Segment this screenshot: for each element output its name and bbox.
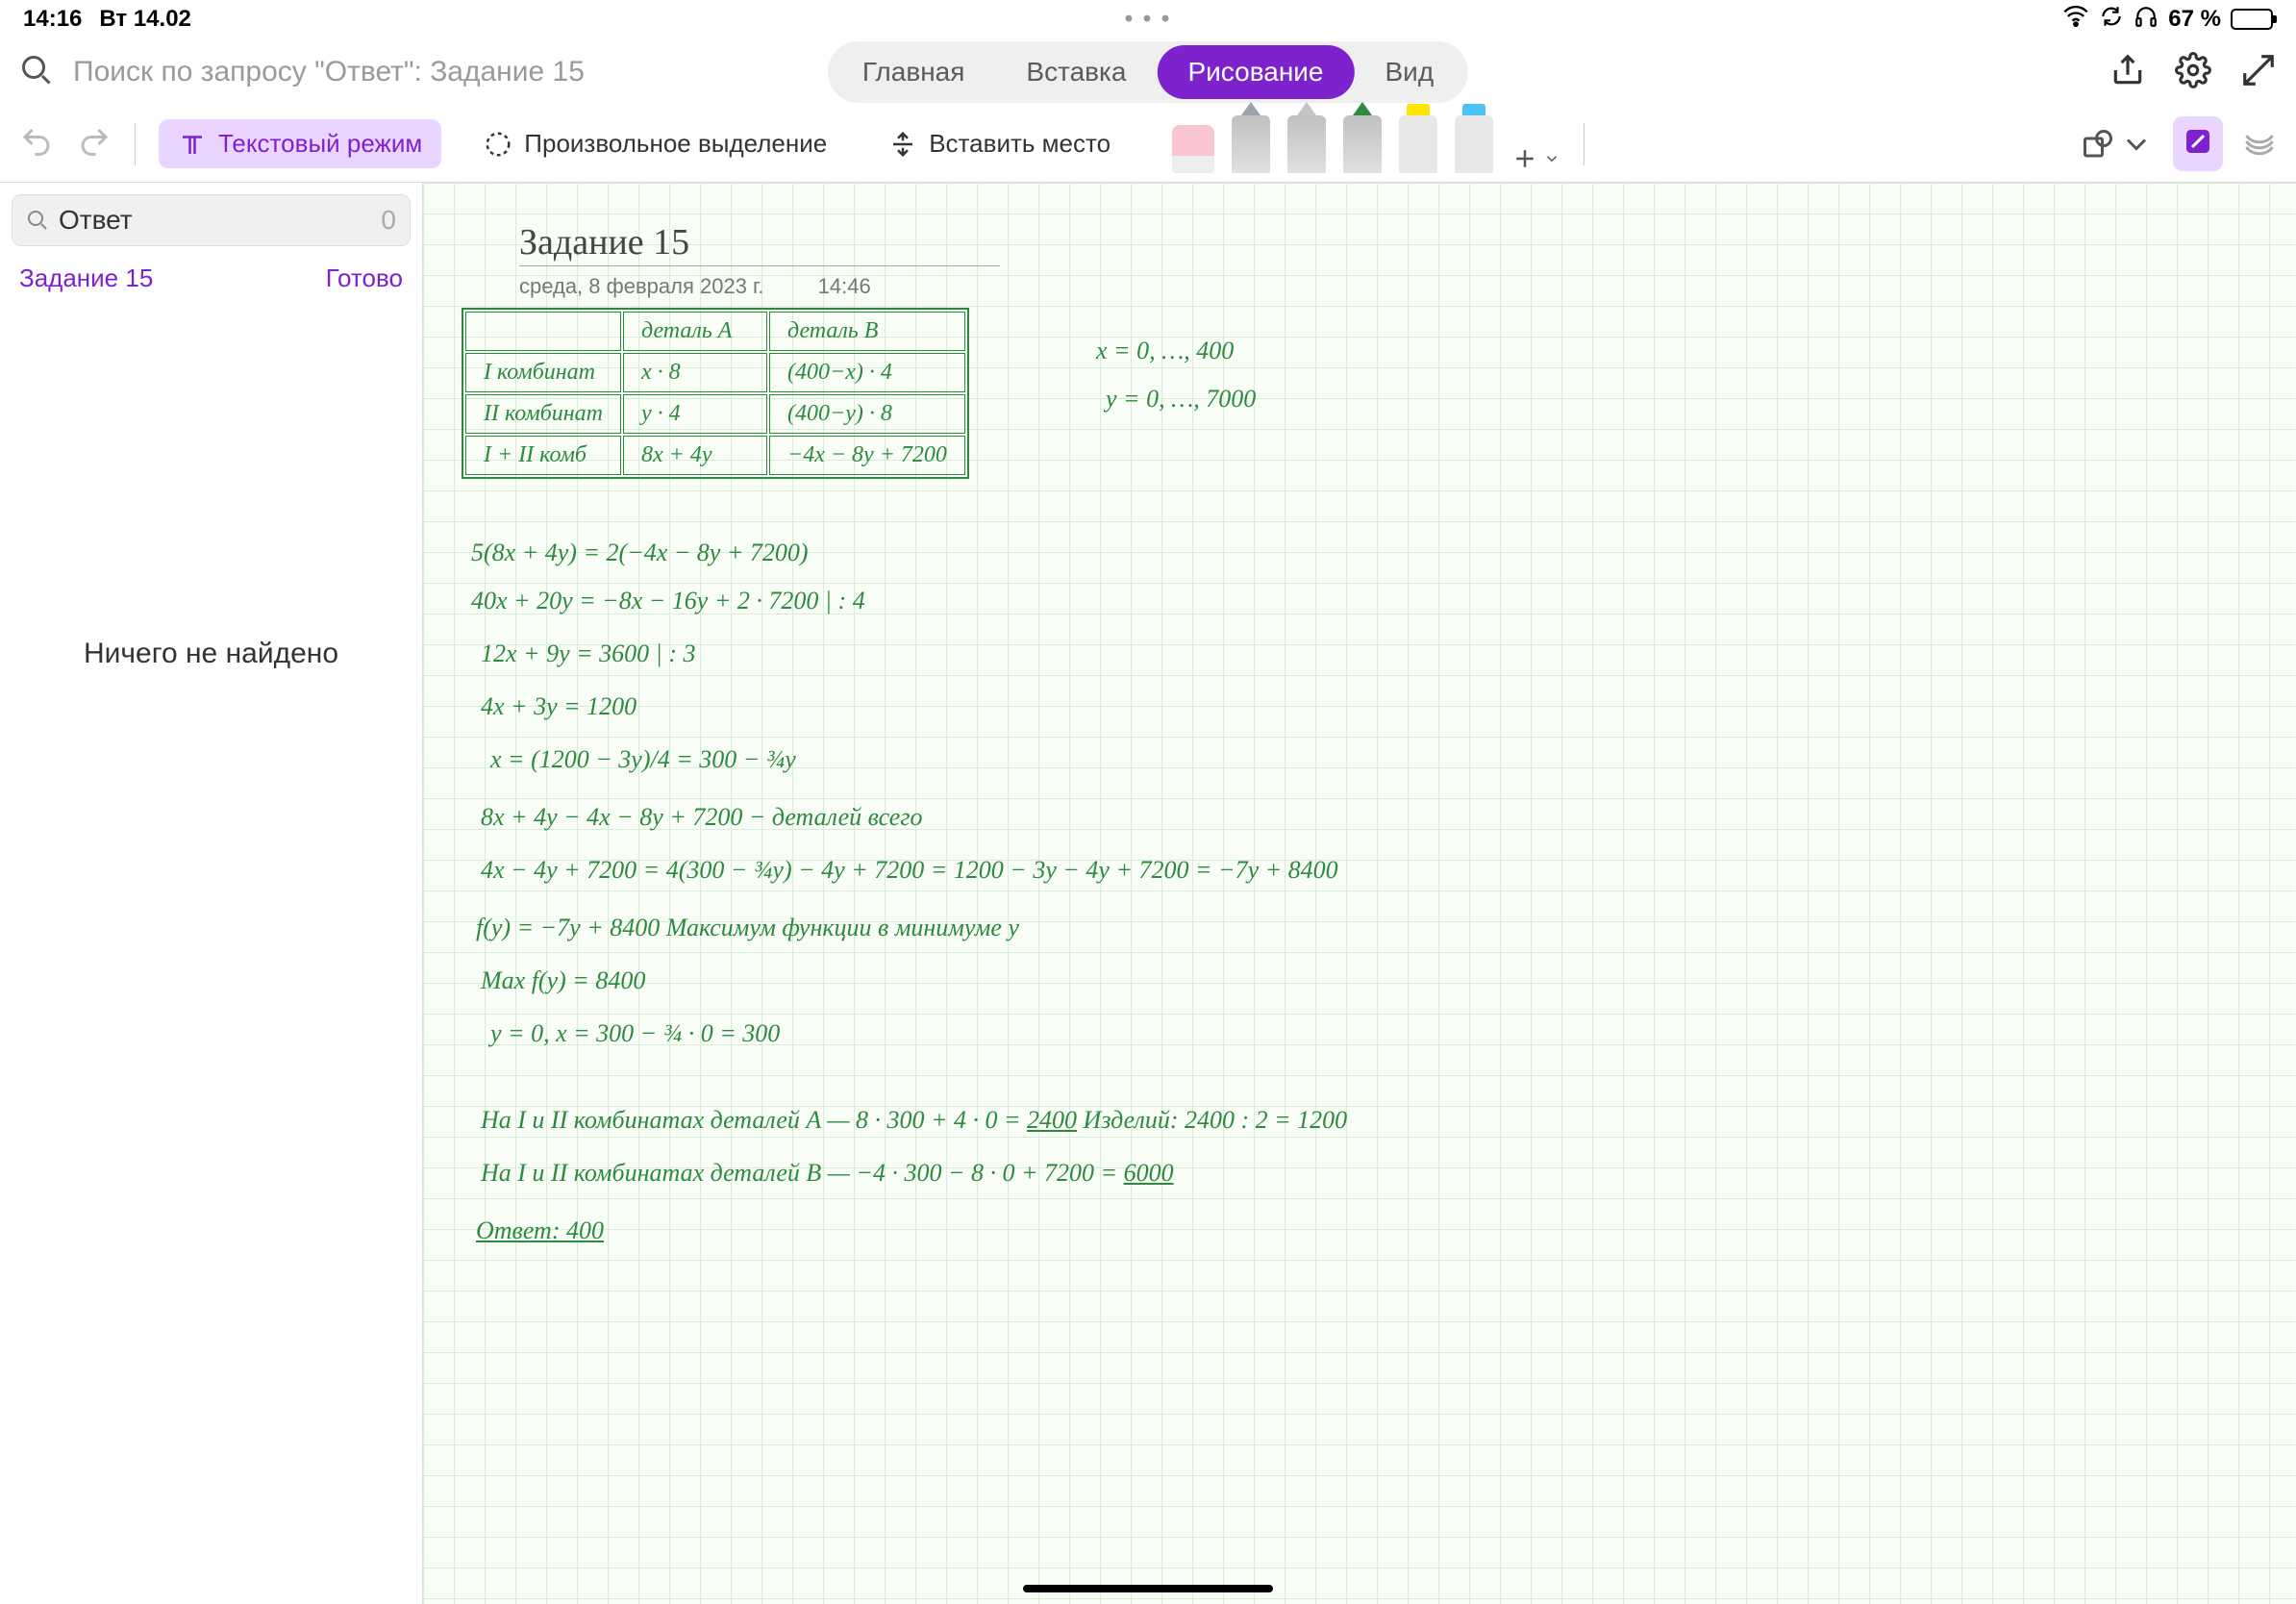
hw-line-1: 40x + 20y = −8x − 16y + 2 · 7200 | : 4: [471, 587, 865, 615]
sync-icon: [2099, 4, 2124, 36]
hw-line-0: 5(8x + 4y) = 2(−4x − 8y + 7200): [471, 539, 809, 567]
hw-line-8: Max f(y) = 8400: [481, 966, 645, 995]
pen-green[interactable]: [1343, 115, 1382, 173]
undo-button[interactable]: [19, 124, 54, 163]
search-icon[interactable]: [19, 53, 54, 92]
lasso-button[interactable]: Произвольное выделение: [464, 119, 846, 168]
tab-group: Главная Вставка Рисование Вид: [828, 41, 1468, 103]
status-bar: 14:16 Вт 14.02 • • • 67 %: [0, 0, 2296, 38]
hw-side2: y = 0, …, 7000: [1106, 385, 1256, 414]
text-mode-label: Текстовый режим: [218, 129, 422, 159]
wifi-icon: [2062, 3, 2089, 37]
hw-res1: На I и II комбинатах деталей A — 8 · 300…: [481, 1106, 1347, 1135]
hw-line-3: 4x + 3y = 1200: [481, 692, 636, 721]
tab-view[interactable]: Вид: [1355, 45, 1465, 99]
shapes-button[interactable]: [2081, 127, 2154, 162]
hw-side1: x = 0, …, 400: [1096, 337, 1234, 365]
note-date: среда, 8 февраля 2023 г.: [519, 274, 764, 298]
hw-line-7: f(y) = −7y + 8400 Максимум функции в мин…: [476, 914, 1019, 942]
redo-button[interactable]: [77, 124, 112, 163]
tab-home[interactable]: Главная: [832, 45, 996, 99]
pen-gray[interactable]: [1232, 115, 1270, 173]
draw-mode-button[interactable]: [2173, 116, 2223, 171]
status-ellipsis: • • •: [1125, 6, 1172, 33]
highlighter-blue[interactable]: [1455, 115, 1493, 173]
search-sidebar: Ответ 0 Задание 15 Готово Ничего не найд…: [0, 183, 423, 1604]
sidebar-result-count: 0: [381, 205, 396, 236]
hw-line-9: y = 0, x = 300 − ¾ · 0 = 300: [490, 1019, 780, 1048]
lasso-label: Произвольное выделение: [524, 129, 827, 159]
divider: [135, 123, 136, 165]
sidebar-search-value: Ответ: [59, 205, 133, 236]
ruler-button[interactable]: [2242, 124, 2277, 163]
hw-line-5: 8x + 4y − 4x − 8y + 7200 − деталей всего: [481, 803, 923, 832]
no-results-label: Ничего не найдено: [12, 638, 411, 670]
add-tool-button[interactable]: [1510, 144, 1560, 173]
note-canvas[interactable]: Задание 15 среда, 8 февраля 2023 г. 14:4…: [423, 183, 2296, 1604]
battery-icon: [2231, 9, 2273, 30]
search-result-row[interactable]: Задание 15 Готово: [12, 246, 411, 311]
search-icon: [26, 209, 49, 232]
share-icon[interactable]: [2109, 52, 2146, 93]
hw-line-2: 12x + 9y = 3600 | : 3: [481, 639, 695, 668]
search-label[interactable]: Поиск по запросу "Ответ": Задание 15: [73, 56, 585, 88]
sidebar-search-input[interactable]: Ответ 0: [12, 194, 411, 246]
battery-percent: 67 %: [2168, 6, 2221, 33]
hw-answer: Ответ: 400: [476, 1216, 604, 1245]
tab-draw[interactable]: Рисование: [1157, 45, 1354, 99]
hw-line-6: 4x − 4y + 7200 = 4(300 − ¾y) − 4y + 7200…: [481, 856, 1338, 885]
text-mode-button[interactable]: Текстовый режим: [159, 119, 441, 168]
toolbar: Текстовый режим Произвольное выделение В…: [0, 106, 2296, 183]
tab-insert[interactable]: Вставка: [995, 45, 1157, 99]
headphones-icon: [2134, 4, 2159, 36]
handwritten-table: деталь Aдеталь B I комбинатx · 8(400−x) …: [462, 308, 969, 479]
home-indicator[interactable]: [1023, 1585, 1273, 1592]
done-button[interactable]: Готово: [326, 263, 403, 293]
drawing-tools: [1172, 115, 1560, 173]
insert-space-button[interactable]: Вставить место: [869, 119, 1130, 168]
insert-space-label: Вставить место: [929, 129, 1111, 159]
note-time: 14:46: [818, 274, 871, 298]
app-header: Поиск по запросу "Ответ": Задание 15 Гла…: [0, 38, 2296, 106]
status-time: 14:16: [23, 6, 82, 33]
result-title: Задание 15: [19, 263, 153, 293]
pen-light[interactable]: [1287, 115, 1326, 173]
status-date: Вт 14.02: [99, 6, 191, 33]
settings-icon[interactable]: [2175, 52, 2211, 93]
hw-line-4: x = (1200 − 3y)/4 = 300 − ¾y: [490, 745, 796, 774]
expand-icon[interactable]: [2240, 52, 2277, 93]
divider: [1584, 123, 1585, 165]
note-title[interactable]: Задание 15: [519, 221, 1000, 266]
highlighter-yellow[interactable]: [1399, 115, 1437, 173]
eraser-tool[interactable]: [1172, 125, 1214, 173]
hw-res2: На I и II комбинатах деталей B — −4 · 30…: [481, 1159, 1174, 1188]
